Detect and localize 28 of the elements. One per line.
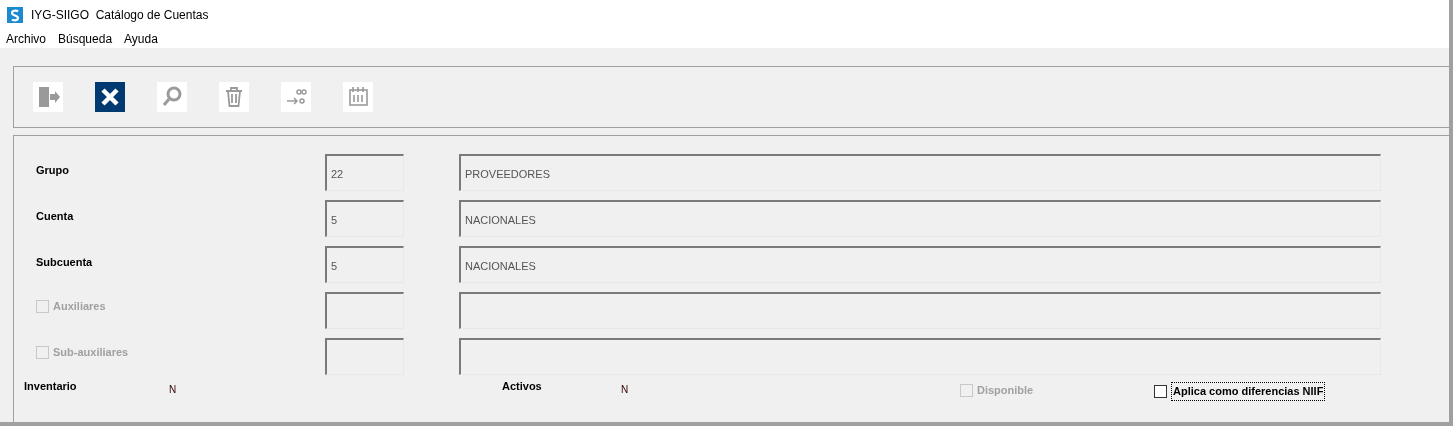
field-label: Activos [502,379,543,394]
checkbox-label: Disponible [977,383,1034,398]
menu-item[interactable]: Archivo [6,30,46,48]
code-field[interactable]: 5 [325,246,404,283]
menu-item[interactable]: Búsqueda [58,30,113,48]
field-label: Cuenta [36,209,74,224]
checkbox-label: Aplica como diferencias NIIF [1171,382,1326,401]
field-label: Grupo [36,163,69,178]
checkbox-label: Sub-auxiliares [53,345,129,360]
description-field[interactable]: NACIONALES [459,246,1381,283]
checkbox[interactable] [1154,384,1167,398]
description-field[interactable] [459,292,1381,329]
description-field[interactable]: PROVEEDORES [459,154,1381,191]
menu-item[interactable]: Ayuda [124,30,158,48]
code-field[interactable] [325,292,404,329]
code-field[interactable]: 5 [325,200,404,237]
field-value: N [169,383,178,397]
description-field[interactable]: NACIONALES [459,200,1381,237]
field-label: Inventario [24,379,78,394]
checkbox-label: Auxiliares [53,299,106,314]
code-field[interactable] [325,338,404,375]
description-field[interactable] [459,338,1381,375]
window-title: IYG-SIIGO Catálogo de Cuentas [31,7,209,24]
code-field[interactable]: 22 [325,154,404,191]
toolbar-button[interactable] [95,82,125,112]
field-value: N [621,383,630,397]
field-label: Subcuenta [36,255,93,270]
app-logo-icon [7,7,23,23]
